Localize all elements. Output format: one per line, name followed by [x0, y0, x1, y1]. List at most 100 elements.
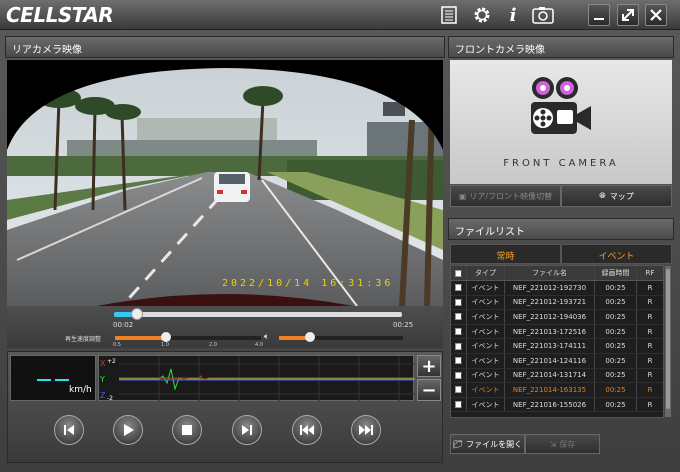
- file-list-title: ファイルリスト: [455, 227, 525, 238]
- file-row[interactable]: イベント NEF_221013-174111 00:25 R: [451, 339, 663, 354]
- row-checkbox[interactable]: [451, 383, 467, 397]
- scale-top: +2: [107, 358, 116, 365]
- rear-camera-title: リアカメラ映像: [12, 45, 82, 56]
- col-filename[interactable]: ファイル名: [505, 266, 595, 280]
- row-filename: NEF_221014-124116: [505, 353, 595, 368]
- volume-icon[interactable]: 🔈︎: [264, 332, 269, 342]
- next-file-button[interactable]: [351, 415, 381, 445]
- file-row[interactable]: イベント NEF_221012-192730 00:25 R: [451, 281, 663, 296]
- row-checkbox[interactable]: [451, 339, 467, 353]
- front-camera-buttons: ▣ リア/フロント映像切替 🌐︎ マップ: [450, 185, 672, 207]
- row-rf: R: [647, 342, 653, 351]
- tab-always[interactable]: 常時: [450, 244, 561, 264]
- file-tabs: 常時 イベント: [450, 244, 672, 264]
- row-type: イベント: [467, 281, 505, 295]
- skip-end-button[interactable]: [232, 415, 262, 445]
- row-type: イベント: [467, 295, 505, 310]
- row-type: イベント: [467, 353, 505, 368]
- row-duration: 00:25: [595, 397, 637, 412]
- file-row[interactable]: イベント NEF_221016-155026 00:25 R: [451, 397, 663, 413]
- close-button[interactable]: [645, 4, 667, 26]
- file-row[interactable]: イベント NEF_221014-163135 00:25 R: [451, 383, 663, 398]
- map-button[interactable]: 🌐︎ マップ: [561, 185, 672, 207]
- video-camera-icon: [531, 77, 591, 134]
- row-checkbox[interactable]: [451, 397, 467, 412]
- stop-button[interactable]: [172, 415, 202, 445]
- open-file-label: ファイルを開く: [466, 439, 523, 449]
- play-button[interactable]: [113, 415, 143, 445]
- speed-label: 再生速度調整: [65, 336, 102, 343]
- row-checkbox[interactable]: [451, 310, 467, 324]
- save-icon: ⇲: [549, 439, 557, 449]
- speed-slider[interactable]: [115, 332, 261, 342]
- row-filename: NEF_221012-192730: [505, 281, 595, 295]
- scroll-thumb[interactable]: [666, 269, 670, 409]
- row-rf: R: [647, 356, 653, 365]
- row-checkbox[interactable]: [451, 353, 467, 368]
- switch-view-button[interactable]: ▣ リア/フロント映像切替: [450, 185, 561, 207]
- skip-start-icon: [64, 425, 74, 435]
- save-button[interactable]: ⇲ 保存: [525, 434, 600, 454]
- y-axis-label: Y: [99, 375, 105, 384]
- camera-icon[interactable]: [532, 4, 554, 26]
- row-filename: NEF_221013-174111: [505, 339, 595, 353]
- stop-icon: [182, 425, 192, 435]
- next-file-icon: [359, 425, 373, 435]
- select-all-checkbox[interactable]: [451, 266, 467, 280]
- row-type: イベント: [467, 339, 505, 353]
- playback-bar: 00:02 00:25 再生速度調整 0.5 1.0 2.0 4.0 🔈︎: [7, 306, 443, 348]
- zoom-in-button[interactable]: +: [417, 355, 441, 377]
- road-scene-image: [7, 60, 443, 306]
- z-axis-label: Z: [100, 391, 106, 400]
- speed-tick: 0.5: [113, 342, 121, 348]
- row-checkbox[interactable]: [451, 295, 467, 310]
- minimize-button[interactable]: [588, 4, 610, 26]
- row-filename: NEF_221014-163135: [505, 383, 595, 397]
- tab-event[interactable]: イベント: [561, 244, 672, 264]
- skip-start-button[interactable]: [54, 415, 84, 445]
- file-list-header: ファイルリスト: [448, 218, 674, 240]
- save-label: 保存: [559, 439, 576, 449]
- file-row[interactable]: イベント NEF_221012-193721 00:25 R: [451, 295, 663, 311]
- row-duration: 00:25: [595, 383, 637, 397]
- file-row[interactable]: イベント NEF_221012-194036 00:25 R: [451, 310, 663, 325]
- row-rf: R: [647, 385, 653, 394]
- map-label: マップ: [609, 191, 634, 201]
- open-file-button[interactable]: 📁︎ ファイルを開く: [450, 434, 525, 454]
- rear-video-view[interactable]: 2022/10/14 16:31:36: [7, 60, 443, 306]
- maximize-button[interactable]: [617, 4, 639, 26]
- row-checkbox[interactable]: [451, 324, 467, 339]
- scale-bottom: -2: [107, 395, 113, 402]
- row-checkbox[interactable]: [451, 368, 467, 383]
- file-row[interactable]: イベント NEF_221013-172516 00:25 R: [451, 324, 663, 340]
- seek-knob[interactable]: [131, 308, 144, 320]
- col-rf[interactable]: RF: [637, 266, 663, 280]
- speed-tick: 2.0: [209, 342, 217, 348]
- elapsed-time: 00:02: [113, 321, 134, 329]
- zoom-out-button[interactable]: −: [417, 379, 441, 401]
- file-row[interactable]: イベント NEF_221014-131714 00:25 R: [451, 368, 663, 384]
- row-checkbox[interactable]: [451, 281, 467, 295]
- file-row[interactable]: イベント NEF_221014-124116 00:25 R: [451, 353, 663, 369]
- speed-knob[interactable]: [161, 332, 171, 342]
- file-list-scrollbar[interactable]: [664, 265, 672, 418]
- volume-slider[interactable]: [279, 332, 403, 342]
- row-duration: 00:25: [595, 310, 637, 324]
- play-icon: [124, 424, 134, 436]
- row-filename: NEF_221012-193721: [505, 295, 595, 310]
- seek-slider[interactable]: [114, 308, 402, 320]
- row-rf: R: [647, 298, 653, 307]
- row-rf: R: [647, 283, 653, 292]
- row-rf: R: [647, 371, 653, 380]
- prev-file-button[interactable]: [292, 415, 322, 445]
- title-bar: CELLSTAR i: [0, 0, 680, 30]
- info-icon[interactable]: i: [502, 4, 524, 26]
- app-window: CELLSTAR i リアカメラ映像 2022/10/14 16:31:36 0…: [0, 0, 680, 472]
- volume-knob[interactable]: [305, 332, 315, 342]
- gear-icon[interactable]: [471, 4, 493, 26]
- col-duration[interactable]: 録画時間: [595, 266, 637, 280]
- speed-digit-dash: [55, 379, 69, 381]
- list-icon[interactable]: [438, 4, 460, 26]
- col-type[interactable]: タイプ: [467, 266, 505, 280]
- front-camera-header: フロントカメラ映像: [448, 36, 674, 58]
